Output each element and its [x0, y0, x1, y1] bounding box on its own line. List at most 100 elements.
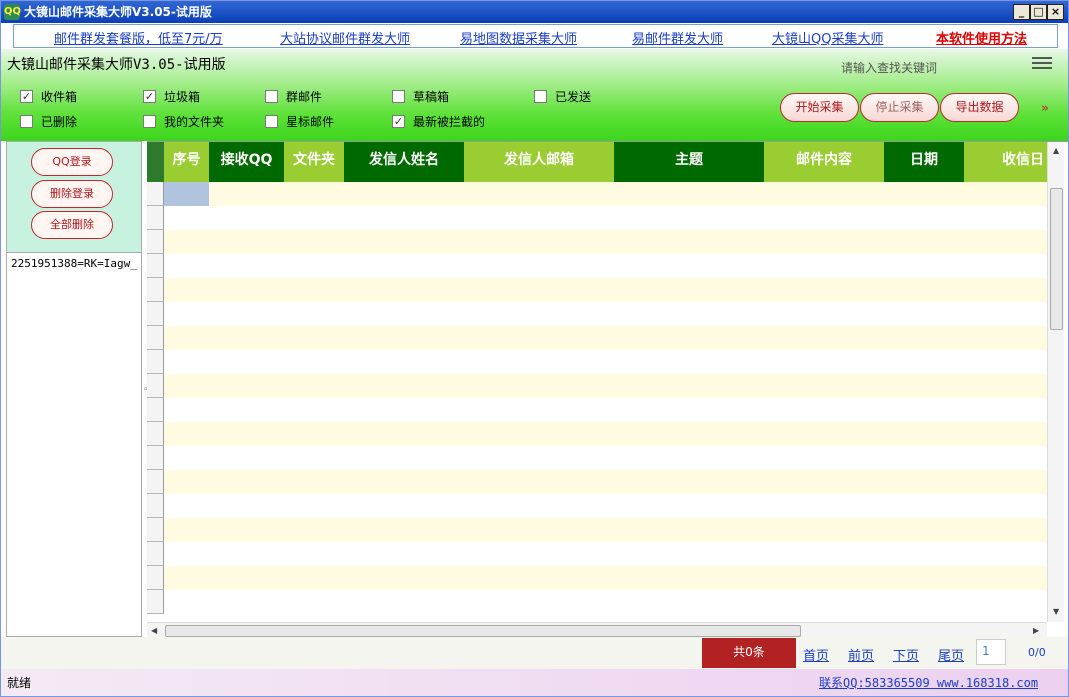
- row-header[interactable]: [147, 398, 164, 422]
- table-row[interactable]: [164, 374, 1047, 398]
- maximize-button[interactable]: □: [1030, 4, 1047, 20]
- qq-login-button[interactable]: QQ登录: [31, 148, 113, 176]
- column-header-receiver-qq[interactable]: 接收QQ: [209, 142, 284, 182]
- row-header[interactable]: [147, 326, 164, 350]
- row-header[interactable]: [147, 422, 164, 446]
- checkbox-spam[interactable]: ✓ 垃圾箱: [143, 89, 200, 105]
- checkbox-box[interactable]: [534, 90, 547, 103]
- row-header[interactable]: [147, 590, 164, 614]
- selected-cell[interactable]: [164, 182, 209, 206]
- table-row[interactable]: [164, 398, 1047, 422]
- start-collect-button[interactable]: 开始采集: [780, 93, 859, 122]
- row-header[interactable]: [147, 278, 164, 302]
- grid-corner: [147, 142, 164, 182]
- vertical-scrollbar[interactable]: ▲ ▼: [1047, 142, 1064, 622]
- table-row[interactable]: [164, 446, 1047, 470]
- row-header[interactable]: [147, 302, 164, 326]
- first-page-link[interactable]: 首页: [803, 645, 829, 664]
- row-header[interactable]: [147, 230, 164, 254]
- table-row[interactable]: [164, 494, 1047, 518]
- row-header[interactable]: [147, 542, 164, 566]
- search-input[interactable]: 请输入查找关键词: [841, 59, 937, 76]
- vertical-scroll-thumb[interactable]: [1050, 188, 1063, 330]
- link-bulk-package[interactable]: 邮件群发套餐版，低至7元/万: [54, 28, 223, 47]
- delete-all-button[interactable]: 全部删除: [31, 211, 113, 239]
- column-header-date[interactable]: 日期: [884, 142, 964, 182]
- link-email-sender[interactable]: 易邮件群发大师: [632, 28, 723, 47]
- table-row[interactable]: [164, 542, 1047, 566]
- checkbox-box[interactable]: [392, 90, 405, 103]
- table-row[interactable]: [164, 230, 1047, 254]
- scroll-down-icon[interactable]: ▼: [1053, 607, 1059, 616]
- checkbox-my-folders[interactable]: 我的文件夹: [143, 114, 224, 130]
- row-header[interactable]: [147, 254, 164, 278]
- row-header[interactable]: [147, 470, 164, 494]
- checkbox-label: 垃圾箱: [164, 90, 201, 104]
- column-header-folder[interactable]: 文件夹: [284, 142, 344, 182]
- last-page-link[interactable]: 尾页: [938, 645, 964, 664]
- checkbox-box[interactable]: ✓: [392, 115, 405, 128]
- row-header[interactable]: [147, 446, 164, 470]
- row-header[interactable]: [147, 494, 164, 518]
- table-row[interactable]: [164, 206, 1047, 230]
- checkbox-sent[interactable]: 已发送: [534, 89, 591, 105]
- more-chevron-icon[interactable]: »: [1041, 101, 1049, 116]
- prev-page-link[interactable]: 前页: [848, 645, 874, 664]
- checkbox-box[interactable]: [265, 115, 278, 128]
- scroll-left-icon[interactable]: ◀: [151, 626, 157, 635]
- table-row[interactable]: [164, 182, 1047, 206]
- table-row[interactable]: [164, 302, 1047, 326]
- minimize-button[interactable]: _: [1013, 4, 1030, 20]
- table-row[interactable]: [164, 422, 1047, 446]
- column-header-subject[interactable]: 主题: [614, 142, 764, 182]
- horizontal-scrollbar[interactable]: ◀ ▶: [147, 622, 1047, 638]
- row-header[interactable]: [147, 518, 164, 542]
- table-row[interactable]: [164, 590, 1047, 614]
- column-header-sender-email[interactable]: 发信人邮箱: [464, 142, 614, 182]
- table-row[interactable]: [164, 278, 1047, 302]
- checkbox-drafts[interactable]: 草稿箱: [392, 89, 449, 105]
- row-header[interactable]: [147, 374, 164, 398]
- contact-link[interactable]: 联系QQ:583365509 www.168318.com: [819, 674, 1038, 691]
- close-button[interactable]: ×: [1047, 4, 1064, 20]
- row-header[interactable]: [147, 566, 164, 590]
- checkbox-inbox[interactable]: ✓ 收件箱: [20, 89, 77, 105]
- horizontal-scroll-thumb[interactable]: [165, 625, 801, 637]
- page-number-input[interactable]: 1: [976, 639, 1006, 665]
- delete-login-button[interactable]: 删除登录: [31, 180, 113, 208]
- table-row[interactable]: [164, 326, 1047, 350]
- stop-collect-button[interactable]: 停止采集: [860, 93, 939, 122]
- checkbox-box[interactable]: ✓: [20, 90, 33, 103]
- checkbox-box[interactable]: ✓: [143, 90, 156, 103]
- table-row[interactable]: [164, 350, 1047, 374]
- link-qq-collector[interactable]: 大镜山QQ采集大师: [772, 28, 883, 47]
- column-header-sender-name[interactable]: 发信人姓名: [344, 142, 464, 182]
- export-data-button[interactable]: 导出数据: [940, 93, 1019, 122]
- menu-icon[interactable]: [1032, 57, 1052, 71]
- checkbox-box[interactable]: [143, 115, 156, 128]
- row-header[interactable]: [147, 182, 164, 206]
- column-header-index[interactable]: 序号: [164, 142, 209, 182]
- column-header-received-date[interactable]: 收信日: [964, 142, 1047, 182]
- checkbox-latest-blocked[interactable]: ✓ 最新被拦截的: [392, 114, 485, 130]
- checkbox-box[interactable]: [20, 115, 33, 128]
- pager-bar: 共0条 首页 前页 下页 尾页 1 0/0: [1, 637, 1068, 669]
- table-row[interactable]: [164, 254, 1047, 278]
- row-header[interactable]: [147, 206, 164, 230]
- scroll-right-icon[interactable]: ▶: [1033, 626, 1039, 635]
- account-list-item[interactable]: 2251951388=RK=Iagw_: [11, 257, 141, 270]
- table-row[interactable]: [164, 518, 1047, 542]
- column-header-content[interactable]: 邮件内容: [764, 142, 884, 182]
- link-usage-guide[interactable]: 本软件使用方法: [936, 28, 1027, 47]
- scroll-up-icon[interactable]: ▲: [1053, 146, 1059, 155]
- next-page-link[interactable]: 下页: [893, 645, 919, 664]
- link-map-collector[interactable]: 易地图数据采集大师: [460, 28, 577, 47]
- checkbox-group-mail[interactable]: 群邮件: [265, 89, 322, 105]
- checkbox-deleted[interactable]: 已删除: [20, 114, 77, 130]
- table-row[interactable]: [164, 470, 1047, 494]
- checkbox-box[interactable]: [265, 90, 278, 103]
- table-row[interactable]: [164, 566, 1047, 590]
- row-header[interactable]: [147, 350, 164, 374]
- link-protocol-sender[interactable]: 大站协议邮件群发大师: [280, 28, 410, 47]
- checkbox-starred[interactable]: 星标邮件: [265, 114, 334, 130]
